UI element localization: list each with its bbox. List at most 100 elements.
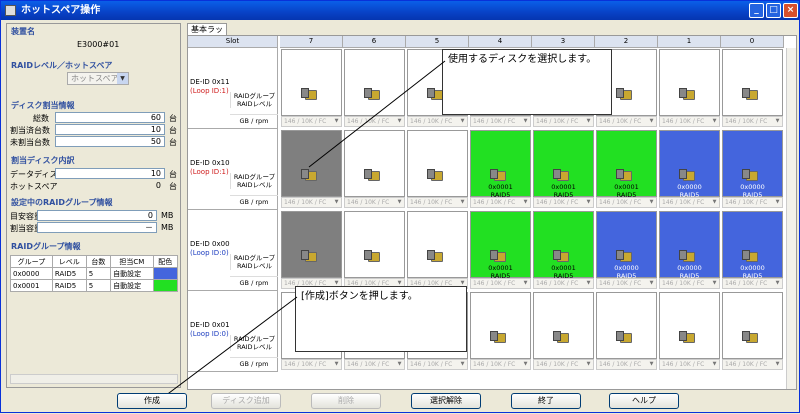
chevron-down-icon: ▼ <box>586 280 591 286</box>
capacity-select[interactable]: 146 / 10K / FC ▼ <box>596 278 657 289</box>
disk-slot[interactable] <box>344 49 405 116</box>
de-row-label: DE-ID 0x01 (Loop ID:0) RAIDグループ RAIDレベル GB /… <box>188 291 278 372</box>
disk-slot[interactable]: 0x0000 RAID5 <box>722 211 783 280</box>
capacity-select[interactable]: 146 / 10K / FC ▼ <box>596 116 657 127</box>
disk-icon <box>553 169 569 181</box>
capacity-value: 146 / 10K / FC <box>284 199 327 206</box>
capacity-select[interactable]: 146 / 10K / FC ▼ <box>722 116 783 127</box>
chevron-down-icon: ▼ <box>649 280 654 286</box>
slot-number: 3 <box>532 36 595 48</box>
create-button[interactable]: 作成 <box>117 393 187 409</box>
vertical-scrollbar[interactable] <box>786 48 796 389</box>
help-button[interactable]: ヘルプ <box>609 393 679 409</box>
disk-slot[interactable] <box>281 130 342 197</box>
capacity-value: 146 / 10K / FC <box>599 118 642 125</box>
raid-level-label: RAIDレベル <box>236 100 273 108</box>
minimize-icon[interactable]: _ <box>749 3 764 18</box>
de-id: DE-ID 0x01 (Loop ID:0) <box>190 321 230 339</box>
disk-slot[interactable] <box>344 211 405 278</box>
finish-button[interactable]: 終了 <box>511 393 581 409</box>
capacity-select[interactable]: 146 / 10K / FC ▼ <box>344 197 405 208</box>
capacity-select[interactable]: 146 / 10K / FC ▼ <box>407 116 468 127</box>
horizontal-scrollbar[interactable] <box>280 389 786 390</box>
capacity-select[interactable]: 146 / 10K / FC ▼ <box>470 278 531 289</box>
capacity-select[interactable]: 146 / 10K / FC ▼ <box>659 116 720 127</box>
capacity-select[interactable]: 146 / 10K / FC ▼ <box>344 116 405 127</box>
disk-slot[interactable]: 0x0001 RAID5 <box>470 130 531 199</box>
disk-icon <box>301 88 317 100</box>
capacity-select[interactable]: 146 / 10K / FC ▼ <box>659 359 720 370</box>
disk-slot[interactable] <box>470 292 531 359</box>
raid-level-select[interactable]: ホットスペア ▼ <box>67 72 129 85</box>
maximize-icon[interactable]: □ <box>766 3 781 18</box>
capacity-select[interactable]: 146 / 10K / FC ▼ <box>407 359 468 370</box>
disk-slot[interactable] <box>596 292 657 359</box>
disk-slot[interactable] <box>533 292 594 359</box>
capacity-value: 146 / 10K / FC <box>536 280 579 287</box>
capacity-select[interactable]: 146 / 10K / FC ▼ <box>281 116 342 127</box>
disk-slot[interactable]: 0x0001 RAID5 <box>470 211 531 280</box>
disk-slot[interactable]: 0x0001 RAID5 <box>533 211 594 280</box>
left-horizontal-scrollbar[interactable] <box>10 374 178 384</box>
table-row[interactable]: 0x0001 RAID5 5 自動設定 <box>10 279 179 292</box>
table-row[interactable]: 0x0000 RAID5 5 自動設定 <box>10 267 179 280</box>
capacity-select[interactable]: 146 / 10K / FC ▼ <box>533 359 594 370</box>
capacity-select[interactable]: 146 / 10K / FC ▼ <box>470 359 531 370</box>
assigned-label: 割当済台数 <box>10 126 50 135</box>
disk-slot[interactable] <box>722 292 783 359</box>
disk-icon <box>490 250 506 262</box>
capacity-select[interactable]: 146 / 10K / FC ▼ <box>470 197 531 208</box>
device-section-title: 装置名 <box>11 27 35 36</box>
raid-setting-section-title: 設定中のRAIDグループ情報 <box>11 198 113 207</box>
disk-slot[interactable] <box>281 49 342 116</box>
disk-slot[interactable]: 0x0000 RAID5 <box>722 130 783 199</box>
capacity-select[interactable]: 146 / 10K / FC ▼ <box>407 197 468 208</box>
deselect-button[interactable]: 選択解除 <box>411 393 481 409</box>
capacity-select[interactable]: 146 / 10K / FC ▼ <box>722 359 783 370</box>
disk-slot[interactable]: 0x0000 RAID5 <box>659 130 720 199</box>
chevron-down-icon: ▼ <box>523 199 528 205</box>
capacity-select[interactable]: 146 / 10K / FC ▼ <box>659 197 720 208</box>
capacity-select[interactable]: 146 / 10K / FC ▼ <box>533 197 594 208</box>
capacity-select[interactable]: 146 / 10K / FC ▼ <box>533 116 594 127</box>
delete-button[interactable]: 削除 <box>311 393 381 409</box>
capacity-select[interactable]: 146 / 10K / FC ▼ <box>722 278 783 289</box>
capacity-select[interactable]: 146 / 10K / FC ▼ <box>281 197 342 208</box>
close-icon[interactable]: × <box>783 3 798 18</box>
capacity-value: 146 / 10K / FC <box>347 118 390 125</box>
disk-slot[interactable] <box>722 49 783 116</box>
total-label: 総数 <box>33 114 49 123</box>
capacity-select[interactable]: 146 / 10K / FC ▼ <box>596 359 657 370</box>
chevron-down-icon: ▼ <box>334 361 339 367</box>
disk-slot[interactable] <box>407 211 468 278</box>
capacity-select[interactable]: 146 / 10K / FC ▼ <box>596 197 657 208</box>
disk-icon <box>553 331 569 343</box>
disk-slot[interactable]: 0x0001 RAID5 <box>533 130 594 199</box>
disk-slot[interactable] <box>659 292 720 359</box>
disk-slot[interactable]: 0x0000 RAID5 <box>596 211 657 280</box>
chevron-down-icon: ▼ <box>334 118 339 124</box>
disk-slot[interactable]: 0x0000 RAID5 <box>659 211 720 280</box>
capacity-select[interactable]: 146 / 10K / FC ▼ <box>344 359 405 370</box>
disk-slot[interactable] <box>344 130 405 197</box>
disk-slot[interactable] <box>281 211 342 278</box>
capacity-value: 146 / 10K / FC <box>662 118 705 125</box>
tab-basic-rack[interactable]: 基本ラック <box>187 23 227 45</box>
capacity-select[interactable]: 146 / 10K / FC ▼ <box>659 278 720 289</box>
capacity-select[interactable]: 146 / 10K / FC ▼ <box>470 116 531 127</box>
slot-number: 7 <box>280 36 343 48</box>
loop-id-text: (Loop ID:1) <box>190 168 229 176</box>
add-disk-button[interactable]: ディスク追加 <box>211 393 281 409</box>
hotspare-label: ホットスペア <box>10 182 58 191</box>
capacity-select[interactable]: 146 / 10K / FC ▼ <box>281 359 342 370</box>
unit-label: 台 <box>169 138 177 147</box>
capacity-select[interactable]: 146 / 10K / FC ▼ <box>533 278 594 289</box>
disk-slot[interactable] <box>659 49 720 116</box>
raid-group-id: 0x0001 <box>488 264 513 272</box>
capacity-select[interactable]: 146 / 10K / FC ▼ <box>722 197 783 208</box>
disk-slot[interactable]: 0x0001 RAID5 <box>596 130 657 199</box>
disk-icon <box>553 250 569 262</box>
chevron-down-icon: ▼ <box>460 361 465 367</box>
disk-slot[interactable] <box>407 130 468 197</box>
loop-id-text: (Loop ID:1) <box>190 87 229 95</box>
